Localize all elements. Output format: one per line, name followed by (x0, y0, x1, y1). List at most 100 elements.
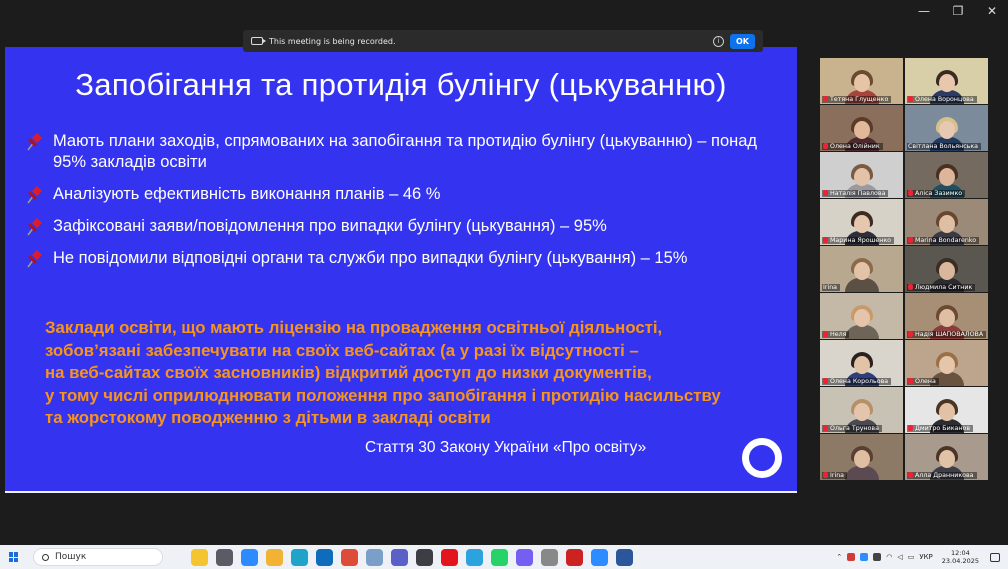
participant-tile[interactable]: Irina (820, 434, 903, 480)
close-button[interactable]: ✕ (984, 4, 1000, 18)
recording-camera-icon (251, 37, 266, 45)
participant-tile[interactable]: Олена (905, 340, 988, 386)
copilot-icon[interactable] (241, 548, 258, 566)
clock-time: 12:04 (951, 549, 970, 557)
participant-name-label: Олена Воронцова (907, 95, 977, 103)
windows-taskbar: Пошук ⌃ ◠ ◁ ▭ УКР 12:04 23.04.2025 (0, 545, 1008, 569)
system-tray: ⌃ ◠ ◁ ▭ УКР 12:04 23.04.2025 (836, 549, 1008, 565)
slide-citation: Стаття 30 Закону України «Про освіту» (365, 439, 647, 456)
muted-mic-icon (823, 143, 828, 149)
participant-name-label: Дмитро Биканов (907, 424, 974, 432)
task-view-icon[interactable] (216, 548, 233, 566)
participant-tile[interactable]: Наталія Павлова (820, 152, 903, 198)
participant-name: Світлана Вольянська (908, 142, 979, 150)
muted-mic-icon (908, 190, 913, 196)
participant-tile[interactable]: Тетяна Глущенко (820, 58, 903, 104)
language-indicator[interactable]: УКР (919, 553, 932, 561)
restore-button[interactable]: ❐ (950, 4, 966, 18)
participant-video (844, 304, 879, 339)
clock[interactable]: 12:04 23.04.2025 (942, 549, 979, 565)
participant-tile[interactable]: Дмитро Биканов (905, 387, 988, 433)
windows-start-icon[interactable] (9, 552, 19, 562)
participant-name: Irina (823, 283, 838, 291)
muted-mic-icon (823, 190, 828, 196)
muted-mic-icon (908, 378, 913, 384)
muted-mic-icon (823, 378, 828, 384)
participant-tile[interactable]: Irina (820, 246, 903, 292)
taskbar-search[interactable]: Пошук (33, 548, 163, 566)
muted-mic-icon (823, 96, 828, 102)
participant-gallery: Тетяна Глущенко Олена Воронцова Олена Олій… (820, 58, 990, 480)
participant-tile[interactable]: Олена Корольова (820, 340, 903, 386)
recording-message: This meeting is being recorded. (269, 36, 396, 46)
tray-usb-icon[interactable] (873, 553, 882, 561)
pushpin-icon (27, 133, 42, 151)
taskbar-apps (191, 548, 633, 566)
wifi-icon[interactable]: ◠ (886, 553, 892, 561)
widgets-icon[interactable] (191, 548, 208, 566)
participant-tile[interactable]: Marina Bondarenko (905, 199, 988, 245)
viber-icon[interactable] (516, 548, 533, 566)
volume-icon[interactable]: ◁ (897, 553, 902, 561)
pushpin-icon (27, 218, 42, 236)
participant-name-label: Алла Дранникова (907, 471, 977, 479)
participant-tile[interactable]: Світлана Вольянська (905, 105, 988, 151)
participant-tile[interactable]: Марина Ярошенко (820, 199, 903, 245)
participant-name-label: Неля (822, 330, 850, 338)
edge-icon[interactable] (291, 548, 308, 566)
slide-bullet-list: Мають плани заходів, спрямованих на запо… (23, 131, 783, 280)
participant-name-label: Аліса Зазимко (907, 189, 966, 197)
participant-name-label: Ольга Трунова (822, 424, 882, 432)
photos-icon[interactable] (541, 548, 558, 566)
minimize-button[interactable]: — (916, 4, 932, 18)
participant-tile[interactable]: Ольга Трунова (820, 387, 903, 433)
tray-app-icon[interactable] (847, 553, 856, 561)
info-icon[interactable]: i (713, 35, 724, 47)
participant-name-label: Олена Олійник (822, 142, 883, 150)
muted-mic-icon (908, 237, 913, 243)
participant-tile[interactable]: Алла Дранникова (905, 434, 988, 480)
chrome-icon[interactable] (341, 548, 358, 566)
outlook-icon[interactable] (316, 548, 333, 566)
search-icon (42, 553, 49, 561)
chevron-up-icon[interactable]: ⌃ (836, 553, 842, 561)
participant-name-label: Тетяна Глущенко (822, 95, 892, 103)
slide-bullet-text: Не повідомили відповідні органи та служб… (53, 249, 688, 267)
red-app-icon[interactable] (566, 548, 583, 566)
participant-tile[interactable]: Олена Воронцова (905, 58, 988, 104)
pushpin-icon (27, 186, 42, 204)
participant-tile[interactable]: Надія ШАПОВАЛОВА (905, 293, 988, 339)
muted-mic-icon (823, 425, 828, 431)
slide-bullet: Аналізують ефективність виконання планів… (23, 184, 783, 205)
battery-icon[interactable]: ▭ (908, 553, 915, 561)
zoom-icon[interactable] (591, 548, 608, 566)
notifications-icon[interactable] (990, 552, 1000, 562)
slide-bullet: Не повідомили відповідні органи та служб… (23, 248, 783, 269)
muted-mic-icon (908, 472, 913, 478)
participant-video (844, 257, 879, 292)
search-label: Пошук (55, 552, 87, 562)
participant-name: Людмила Ситник (915, 283, 973, 291)
calculator-icon[interactable] (416, 548, 433, 566)
highlight-line: та жорстокому поводженню з дітьми в закл… (45, 408, 491, 427)
participant-tile[interactable]: Аліса Зазимко (905, 152, 988, 198)
telegram-icon[interactable] (466, 548, 483, 566)
whatsapp-icon[interactable] (491, 548, 508, 566)
teams-icon[interactable] (391, 548, 408, 566)
participant-name-label: Irina (822, 471, 848, 479)
participant-name-label: Олена Корольова (822, 377, 892, 385)
participant-name: Надія ШАПОВАЛОВА (915, 330, 984, 338)
ok-button[interactable]: OK (730, 33, 755, 49)
tray-zoom-icon[interactable] (860, 553, 869, 561)
participant-tile[interactable]: Людмила Ситник (905, 246, 988, 292)
file-explorer-icon[interactable] (266, 548, 283, 566)
participant-tile[interactable]: Олена Олійник (820, 105, 903, 151)
muted-mic-icon (908, 425, 913, 431)
slide-title: Запобігання та протидія булінгу (цькуван… (75, 67, 727, 102)
participant-name: Аліса Зазимко (915, 189, 963, 197)
participant-tile[interactable]: Неля (820, 293, 903, 339)
notepad-icon[interactable] (366, 548, 383, 566)
participant-name-label: Наталія Павлова (822, 189, 889, 197)
opera-icon[interactable] (441, 548, 458, 566)
word-icon[interactable] (616, 548, 633, 566)
